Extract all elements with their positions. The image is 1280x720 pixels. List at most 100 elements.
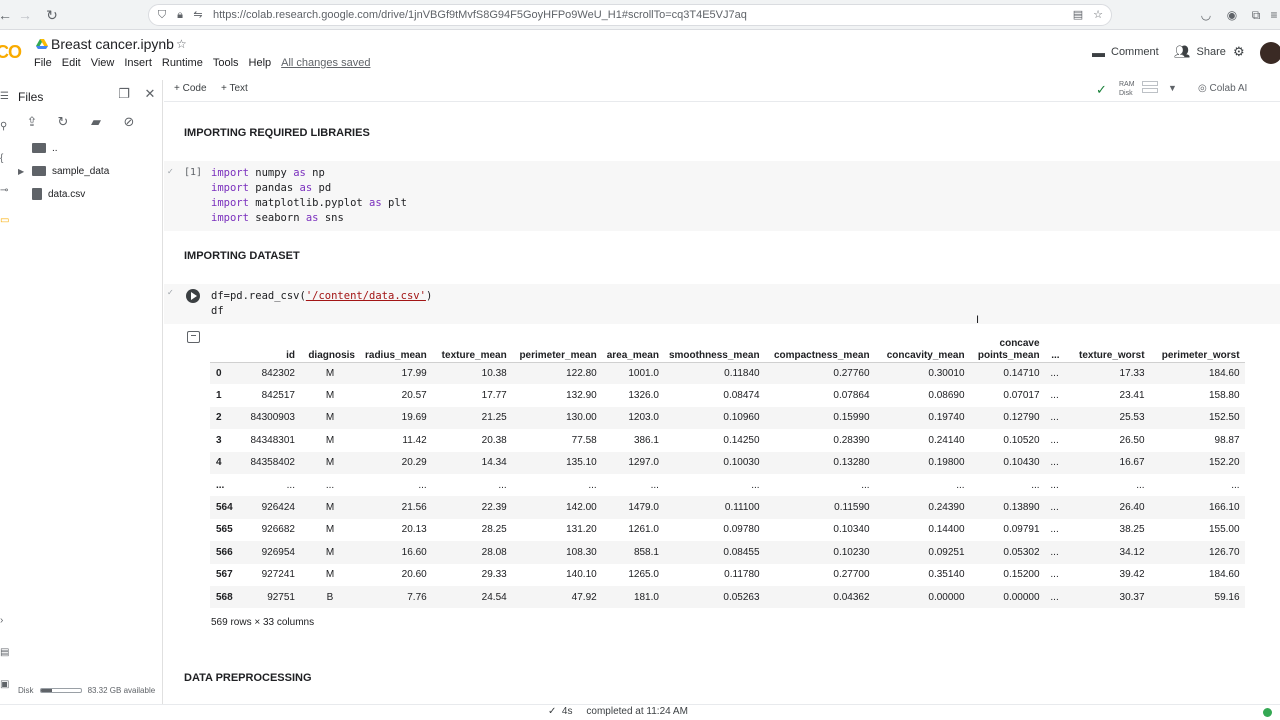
colab-ai-button[interactable]: ◎ Colab AI <box>1198 83 1247 94</box>
menu-view[interactable]: View <box>91 57 115 71</box>
table-cell: 22.39 <box>431 496 512 519</box>
search-icon[interactable]: ⚲ <box>0 122 8 132</box>
table-cell: 0.14250 <box>723 434 760 446</box>
table-cell: 0.08474 <box>723 390 760 402</box>
upload-icon[interactable]: ⇪ <box>24 114 40 130</box>
menu-edit[interactable]: Edit <box>62 57 81 71</box>
add-text-button[interactable]: + Text <box>221 83 248 94</box>
close-icon[interactable]: ✕ <box>142 86 158 102</box>
table-row: 4 84358402 M 20.29 14.34 135.10 1297.0 0.10030 0… <box>210 451 1245 474</box>
execution-status: ✓ 4s completed at 11:24 AM <box>548 706 688 717</box>
refresh-icon[interactable]: ↻ <box>55 114 71 130</box>
table-cell: 184.60 <box>1149 362 1245 385</box>
account-icon[interactable]: ◉ <box>1224 7 1240 23</box>
menu-file[interactable]: File <box>34 57 52 71</box>
people-icon: 👥︎ <box>1174 44 1191 59</box>
files-icon[interactable]: ▭ <box>0 216 9 226</box>
code-cell-read-csv[interactable]: ✓ df=pd.read_csv('/content/data.csv') df <box>164 284 1280 324</box>
table-cell: 26.50 <box>1119 434 1145 446</box>
drive-icon <box>36 39 48 49</box>
table-cell: 0.11100 <box>663 496 765 519</box>
text-cursor-icon: I <box>976 314 980 326</box>
table-cell: 0.09780 <box>723 524 760 536</box>
new-window-icon[interactable]: ❐ <box>116 86 132 102</box>
column-header: texture_mean <box>431 334 512 363</box>
table-cell: ... <box>1050 479 1059 491</box>
forward-arrow-icon[interactable]: → <box>16 6 34 24</box>
table-cell: 59.16 <box>1149 585 1245 609</box>
table-cell: 927241 <box>261 569 295 581</box>
table-cell: 21.25 <box>431 406 512 430</box>
table-cell: M <box>300 362 360 385</box>
command-palette-icon[interactable]: ▤ <box>0 648 9 658</box>
bookmark-star-icon[interactable]: ☆ <box>1091 8 1105 22</box>
caret-right-icon[interactable]: ▶ <box>18 167 26 176</box>
expand-arrow-icon[interactable]: › <box>0 616 8 626</box>
star-icon[interactable]: ☆ <box>176 37 187 51</box>
table-cell: 0.05302 <box>969 541 1045 564</box>
table-cell: ... <box>1031 479 1040 491</box>
tree-item-data-csv[interactable]: data.csv <box>32 186 85 202</box>
table-cell: 77.58 <box>571 434 597 446</box>
table-cell: 0.15990 <box>764 406 875 430</box>
code-cell-imports[interactable]: ✓ [1] import numpy as np import pandas a… <box>164 161 1280 231</box>
tree-item-sample-data[interactable]: ▶ sample_data <box>18 163 109 179</box>
row-index: 0 <box>210 362 240 385</box>
code-snippets-icon[interactable]: { <box>0 154 8 164</box>
avatar[interactable] <box>1260 42 1280 64</box>
menu-runtime[interactable]: Runtime <box>162 57 203 71</box>
table-cell: ... <box>588 479 597 491</box>
menu-help[interactable]: Help <box>249 57 272 71</box>
url-text[interactable]: https://colab.research.google.com/drive/… <box>213 9 747 21</box>
secrets-icon[interactable]: ⊸ <box>0 186 8 196</box>
lock-icon[interactable]: 🔒︎ <box>173 8 187 22</box>
site-settings-icon[interactable]: ⇋ <box>191 8 205 22</box>
column-header: area_mean <box>601 334 664 363</box>
cell-status-check-icon: ✓ <box>167 167 174 176</box>
save-status-link[interactable]: All changes saved <box>281 57 370 71</box>
colab-logo[interactable]: CO <box>0 42 22 63</box>
tree-item-parent[interactable]: .. <box>32 140 58 156</box>
table-cell: 0.00000 <box>969 585 1045 609</box>
mount-drive-icon[interactable]: ▰ <box>88 114 104 130</box>
pocket-icon[interactable]: ◡ <box>1198 7 1214 23</box>
chevron-down-icon[interactable]: ▼ <box>1168 83 1177 93</box>
reload-icon[interactable]: ↻ <box>43 6 61 24</box>
menu-tools[interactable]: Tools <box>213 57 239 71</box>
address-bar[interactable]: ⛉ 🔒︎ ⇋ https://colab.research.google.com… <box>148 4 1112 26</box>
notebook-title[interactable]: Breast cancer.ipynb <box>51 36 174 52</box>
extensions-icon[interactable]: ⧉ <box>1248 7 1264 23</box>
table-cell: ... <box>1136 479 1145 491</box>
add-code-button[interactable]: + Code <box>174 83 207 94</box>
back-arrow-icon[interactable]: ← <box>0 6 14 24</box>
table-of-contents-icon[interactable]: ☰ <box>0 92 9 102</box>
table-cell: 1203.0 <box>601 406 664 430</box>
output-actions-icon[interactable] <box>187 331 200 343</box>
table-cell: 34.12 <box>1064 541 1150 564</box>
table-cell: M <box>325 569 335 581</box>
resource-labels[interactable]: RAM Disk <box>1119 80 1135 98</box>
comment-button[interactable]: ▬ Comment <box>1092 44 1159 60</box>
terminal-icon[interactable]: ▣ <box>0 680 9 690</box>
table-cell: M <box>325 434 335 446</box>
table-cell: 17.77 <box>481 390 507 402</box>
table-cell: 152.20 <box>1149 451 1245 474</box>
share-button[interactable]: 👥︎ Share <box>1174 44 1226 60</box>
settings-button[interactable]: ⚙ <box>1233 44 1245 60</box>
table-cell: 21.56 <box>360 496 432 519</box>
colab-ai-icon: ◎ <box>1198 83 1210 94</box>
table-cell: 1326.0 <box>628 390 659 402</box>
table-cell: 0.11780 <box>724 569 760 581</box>
resource-bars[interactable] <box>1142 81 1158 97</box>
table-cell: M <box>300 451 360 474</box>
table-cell: 135.10 <box>511 451 602 474</box>
hide-files-icon[interactable]: ⊘ <box>121 114 137 130</box>
menu-icon[interactable]: ≡ <box>1266 7 1280 23</box>
table-cell: ... <box>861 479 870 491</box>
reader-mode-icon[interactable]: ▤ <box>1071 8 1085 22</box>
menu-insert[interactable]: Insert <box>124 57 152 71</box>
run-cell-button[interactable] <box>186 289 200 303</box>
column-header: concave points_mean <box>969 334 1045 363</box>
table-cell: 92751 <box>240 585 300 609</box>
shield-icon[interactable]: ⛉ <box>155 8 169 22</box>
